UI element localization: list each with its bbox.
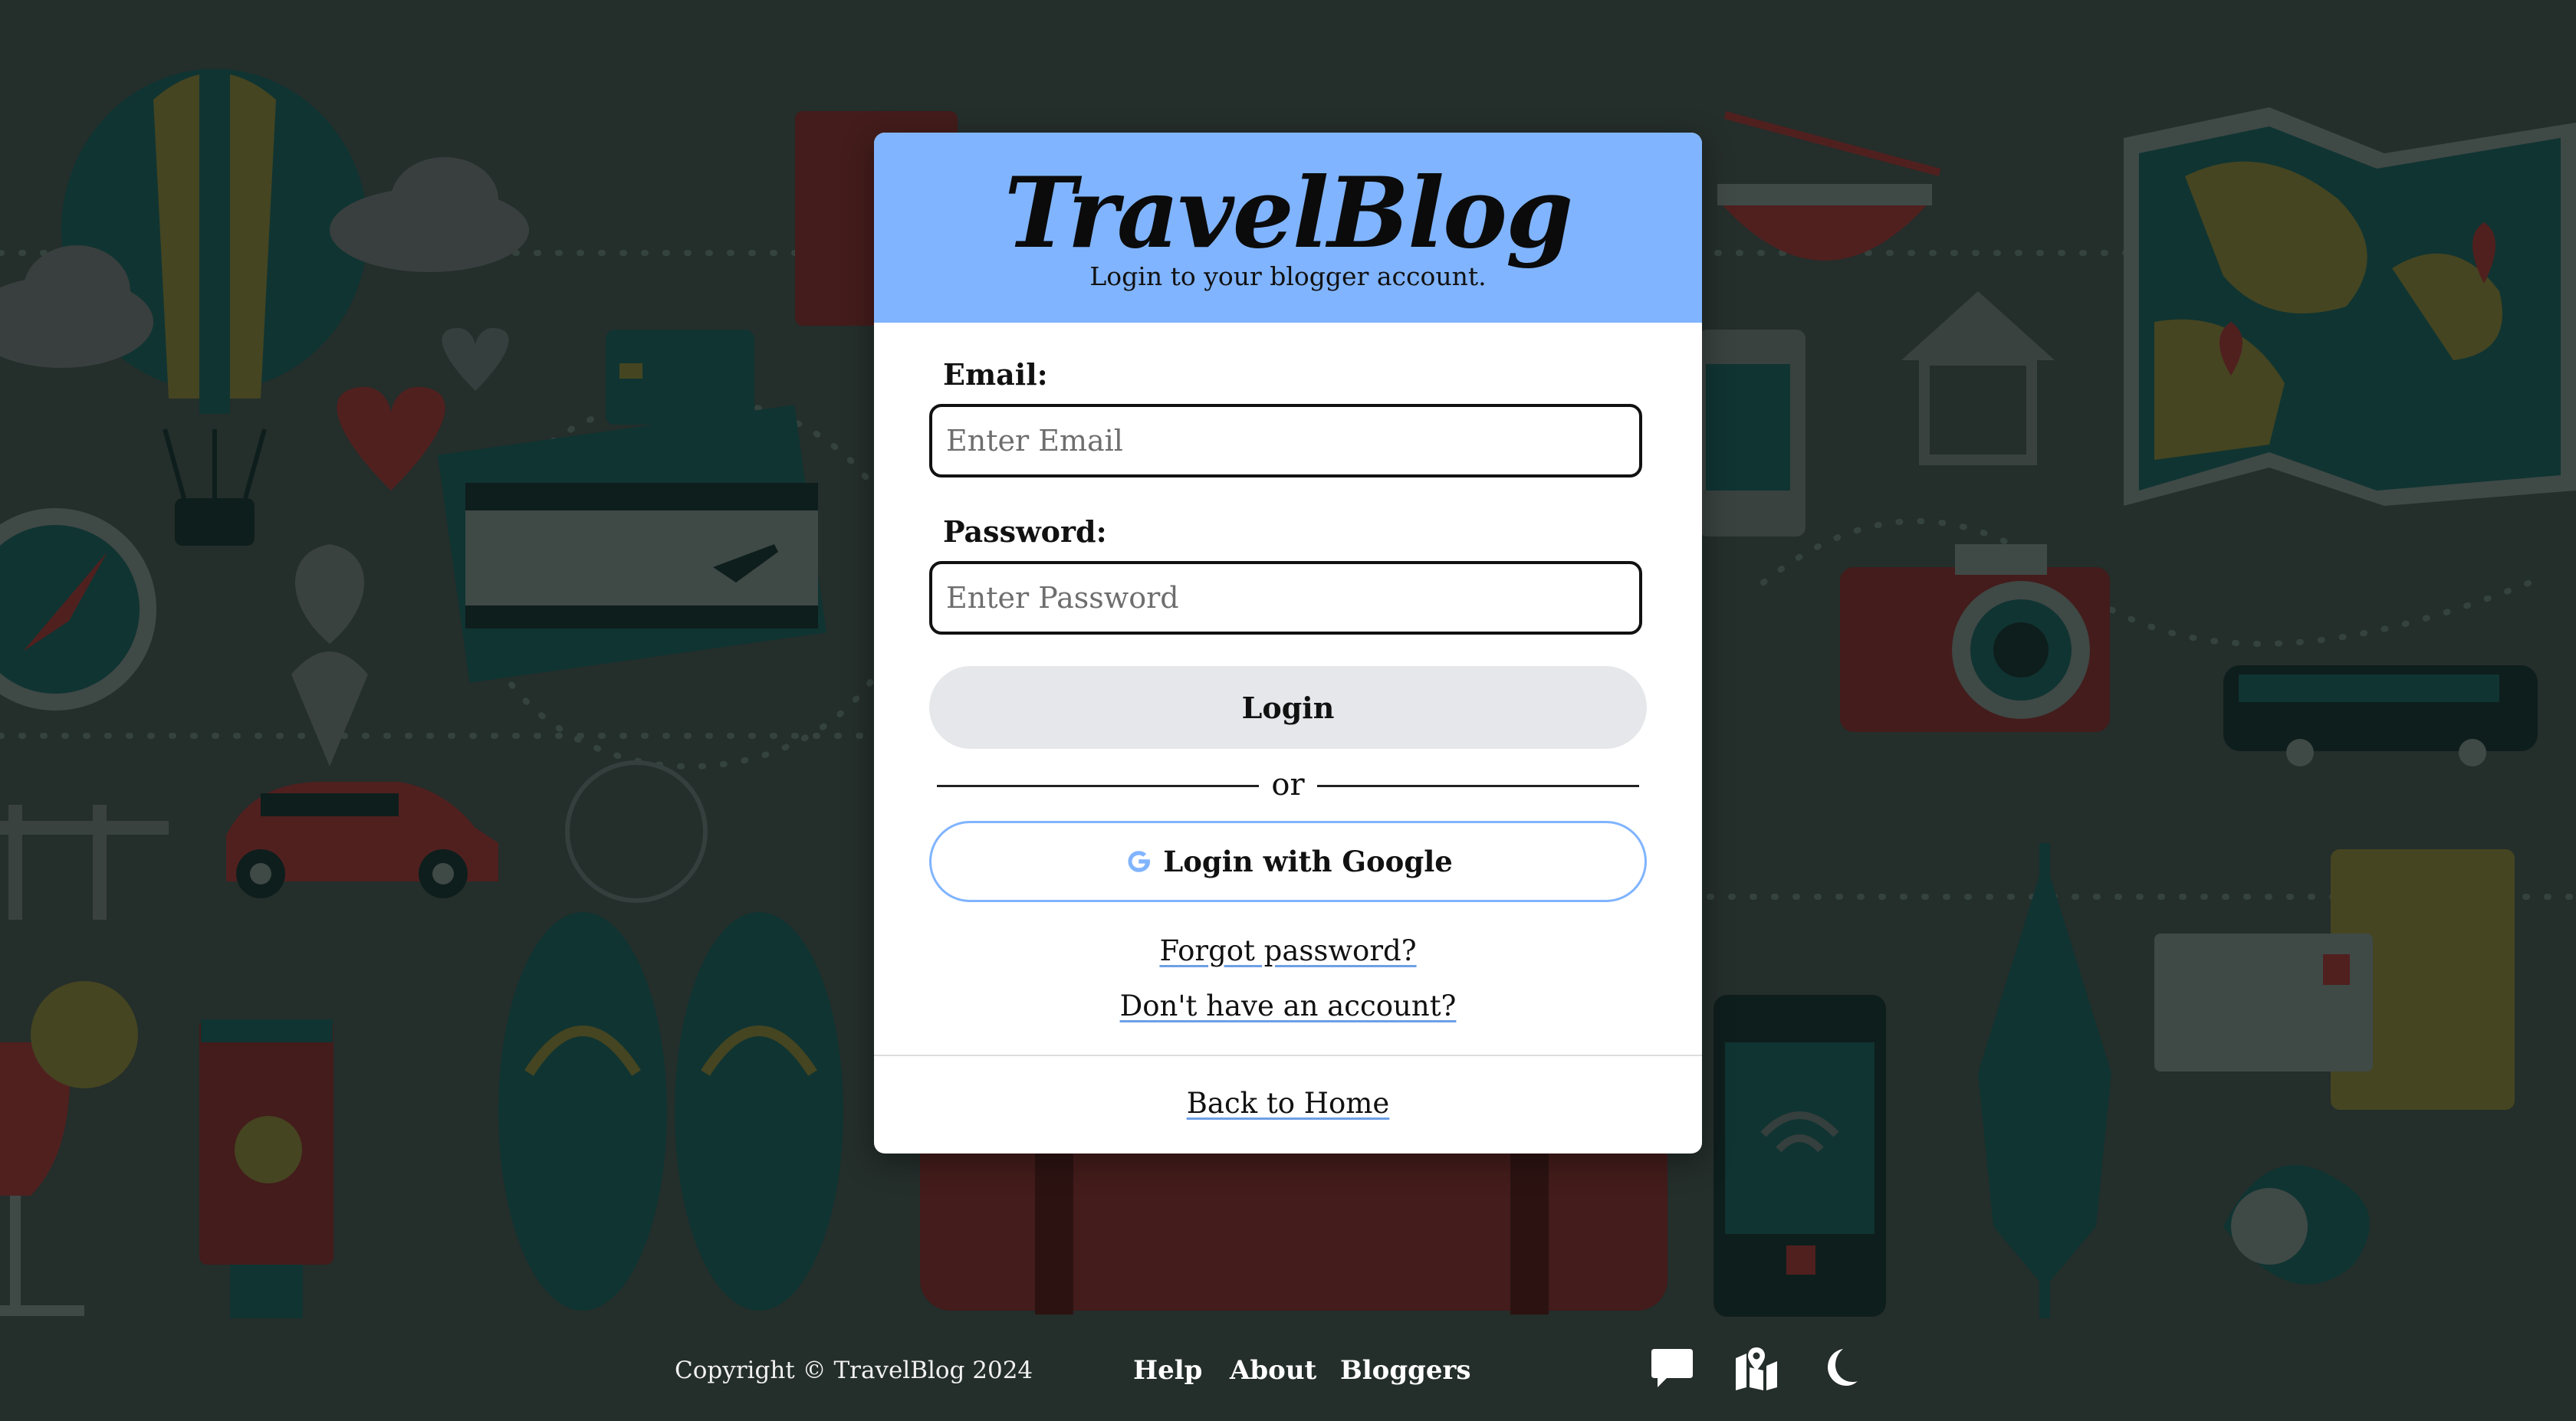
- signup-link[interactable]: Don't have an account?: [1120, 989, 1457, 1022]
- footer-link-about[interactable]: About: [1230, 1352, 1316, 1389]
- login-modal: TravelBlog Login to your blogger account…: [874, 133, 1702, 1154]
- footer-link-help[interactable]: Help: [1133, 1352, 1202, 1389]
- google-login-button[interactable]: Login with Google: [929, 821, 1647, 902]
- or-divider-left: [937, 785, 1259, 787]
- back-home-row: Back to Home: [874, 1085, 1702, 1123]
- or-separator: or: [1271, 767, 1305, 802]
- signup-row: Don't have an account?: [874, 987, 1702, 1026]
- password-input[interactable]: [929, 561, 1642, 635]
- forgot-password-row: Forgot password?: [874, 932, 1702, 970]
- login-subtitle: Login to your blogger account.: [1089, 261, 1487, 291]
- password-label: Password:: [943, 514, 1107, 549]
- brand-logo: TravelBlog: [1004, 156, 1573, 270]
- map-icon[interactable]: [1733, 1344, 1780, 1392]
- forgot-password-link[interactable]: Forgot password?: [1159, 934, 1416, 967]
- google-icon: [1128, 851, 1151, 872]
- email-input[interactable]: [929, 404, 1642, 477]
- modal-divider: [874, 1055, 1702, 1056]
- login-button[interactable]: Login: [929, 666, 1647, 749]
- back-to-home-link[interactable]: Back to Home: [1187, 1087, 1390, 1120]
- google-login-label: Login with Google: [1163, 845, 1453, 878]
- chat-icon[interactable]: [1648, 1344, 1696, 1392]
- moon-icon[interactable]: [1815, 1344, 1863, 1392]
- modal-header: TravelBlog Login to your blogger account…: [874, 133, 1702, 323]
- footer-link-bloggers[interactable]: Bloggers: [1340, 1352, 1471, 1389]
- footer-copyright: Copyright © TravelBlog 2024: [675, 1357, 1033, 1384]
- or-divider-right: [1317, 785, 1639, 787]
- email-label: Email:: [943, 357, 1048, 392]
